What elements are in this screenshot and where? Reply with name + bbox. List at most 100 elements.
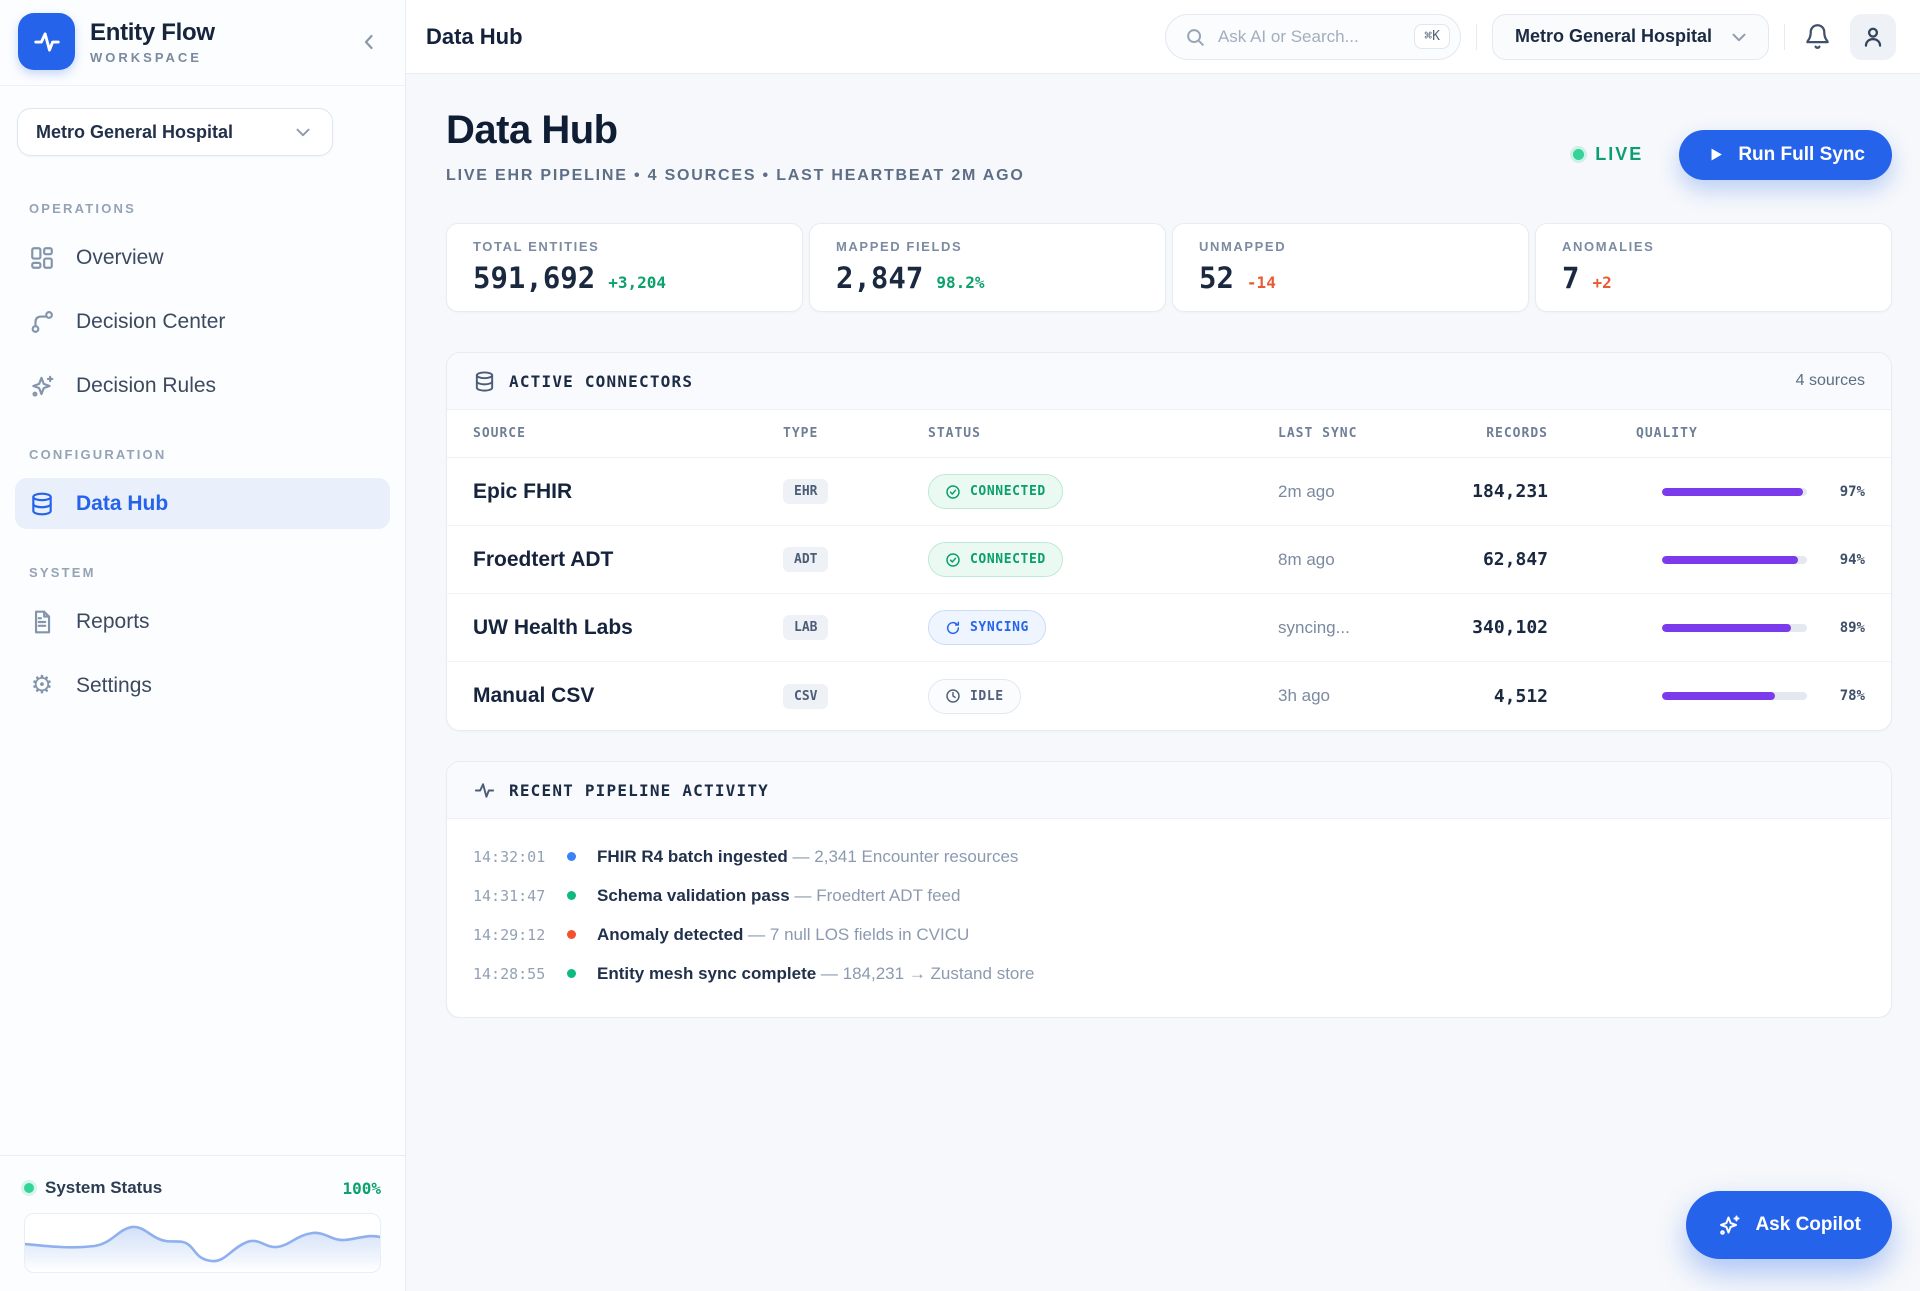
- last-sync-value: 8m ago: [1278, 550, 1458, 570]
- topbar-title: Data Hub: [426, 24, 523, 50]
- brand-header: Entity Flow WORKSPACE: [0, 0, 405, 86]
- sidebar-item-label: Data Hub: [76, 492, 168, 516]
- org-selector-value: Metro General Hospital: [1515, 26, 1712, 47]
- event-time: 14:28:55: [473, 965, 553, 983]
- pulse-icon: [32, 27, 62, 57]
- column-header-records: RECORDS: [1458, 426, 1548, 441]
- event-detail: — 2,341 Encounter resources: [793, 847, 1019, 866]
- column-header-last-sync: LAST SYNC: [1278, 426, 1458, 441]
- type-badge: EHR: [783, 479, 828, 504]
- app-logo: [18, 13, 75, 70]
- activity-list: 14:32:01 FHIR R4 batch ingested — 2,341 …: [447, 819, 1891, 1017]
- notifications-button[interactable]: [1800, 19, 1835, 54]
- section-title: ACTIVE CONNECTORS: [509, 372, 693, 391]
- search-placeholder: Ask AI or Search...: [1218, 27, 1402, 47]
- sidebar-item-label: Decision Rules: [76, 374, 216, 398]
- records-value: 62,847: [1458, 549, 1548, 570]
- stat-card-unmapped: UNMAPPED 52 -14: [1172, 223, 1529, 312]
- stat-value: 2,847: [836, 261, 923, 295]
- run-full-sync-button[interactable]: Run Full Sync: [1679, 130, 1892, 180]
- pulse-icon: [473, 779, 496, 802]
- sparkline-chart: [25, 1214, 380, 1272]
- quality-percent: 97%: [1821, 484, 1865, 500]
- activity-event: 14:28:55 Entity mesh sync complete — 184…: [473, 954, 1865, 993]
- sidebar-item-overview[interactable]: Overview: [15, 232, 390, 283]
- system-status-sparkline: [24, 1213, 381, 1273]
- type-badge: ADT: [783, 547, 828, 572]
- keyboard-shortcut-badge: ⌘K: [1414, 24, 1450, 49]
- live-badge: LIVE: [1573, 144, 1643, 165]
- check-circle-icon: [945, 552, 961, 568]
- nav-section-system: SYSTEM: [29, 565, 390, 580]
- page-header: Data Hub LIVE EHR PIPELINE • 4 SOURCES •…: [446, 108, 1892, 185]
- sidebar-item-data-hub[interactable]: Data Hub: [15, 478, 390, 529]
- type-badge: LAB: [783, 615, 828, 640]
- quality-percent: 89%: [1821, 620, 1865, 636]
- event-time: 14:32:01: [473, 848, 553, 866]
- sidebar-item-label: Decision Center: [76, 310, 225, 334]
- page-subtitle: LIVE EHR PIPELINE • 4 SOURCES • LAST HEA…: [446, 167, 1025, 185]
- sidebar-item-decision-center[interactable]: Decision Center: [15, 296, 390, 347]
- section-title: RECENT PIPELINE ACTIVITY: [509, 781, 769, 800]
- org-selector[interactable]: Metro General Hospital: [1492, 14, 1769, 60]
- ask-copilot-button[interactable]: Ask Copilot: [1686, 1191, 1892, 1259]
- status-badge-idle: IDLE: [928, 679, 1021, 714]
- workspace-subtitle: WORKSPACE: [90, 50, 215, 65]
- sidebar-item-reports[interactable]: Reports: [15, 596, 390, 647]
- branch-icon: [29, 309, 55, 335]
- event-title: FHIR R4 batch ingested: [597, 847, 788, 866]
- sidebar-item-settings[interactable]: ⚙ Settings: [15, 660, 390, 711]
- last-sync-value: 3h ago: [1278, 686, 1458, 706]
- table-row-uw-health-labs[interactable]: UW Health Labs LAB SYNCING syncing... 34…: [447, 594, 1891, 662]
- table-row-froedtert-adt[interactable]: Froedtert ADT ADT CONNECTED 8m ago 62,84…: [447, 526, 1891, 594]
- column-header-status: STATUS: [928, 426, 1278, 441]
- last-sync-value: 2m ago: [1278, 482, 1458, 502]
- nav-section-operations: OPERATIONS: [29, 201, 390, 216]
- event-dot: [567, 891, 576, 900]
- status-badge-connected: CONNECTED: [928, 542, 1063, 577]
- quality-percent: 94%: [1821, 552, 1865, 568]
- event-dot: [567, 852, 576, 861]
- stat-label: ANOMALIES: [1562, 239, 1865, 254]
- app-root: Entity Flow WORKSPACE Metro General Hosp…: [0, 0, 1920, 1291]
- system-status-panel: System Status 100%: [0, 1155, 405, 1291]
- stat-delta: 98.2%: [936, 273, 984, 292]
- database-icon: [29, 491, 55, 517]
- quality-bar: [1662, 488, 1807, 496]
- sidebar-collapse-button[interactable]: [351, 24, 387, 60]
- quality-bar: [1662, 556, 1807, 564]
- table-row-epic-fhir[interactable]: Epic FHIR EHR CONNECTED 2m ago 184,231 9…: [447, 458, 1891, 526]
- chevron-down-icon: [1728, 26, 1750, 48]
- event-detail: — 184,231 → Zustand store: [821, 964, 1035, 983]
- event-detail: — 7 null LOS fields in CVICU: [748, 925, 969, 944]
- chevron-down-icon: [292, 121, 314, 143]
- check-circle-icon: [945, 484, 961, 500]
- sidebar-item-label: Settings: [76, 674, 152, 698]
- column-header-source: SOURCE: [473, 426, 783, 441]
- quality-percent: 78%: [1821, 688, 1865, 704]
- stat-delta: +3,204: [608, 273, 666, 292]
- workspace-name: Entity Flow: [90, 19, 215, 47]
- search-input[interactable]: Ask AI or Search... ⌘K: [1165, 14, 1461, 60]
- system-status-label: System Status: [45, 1178, 162, 1198]
- quality-bar: [1662, 624, 1807, 632]
- stats-row: TOTAL ENTITIES 591,692 +3,204 MAPPED FIE…: [446, 223, 1892, 312]
- quality-bar-fill: [1662, 488, 1803, 496]
- status-dot: [24, 1183, 34, 1193]
- table-row-manual-csv[interactable]: Manual CSV CSV IDLE 3h ago 4,512 78%: [447, 662, 1891, 730]
- system-status-value: 100%: [342, 1179, 381, 1198]
- activity-event: 14:31:47 Schema validation pass — Froedt…: [473, 876, 1865, 915]
- workspace-selector[interactable]: Metro General Hospital: [17, 108, 333, 156]
- sidebar-item-decision-rules[interactable]: Decision Rules: [15, 360, 390, 411]
- event-dot: [567, 969, 576, 978]
- connector-name: Manual CSV: [473, 684, 783, 708]
- sidebar-nav: OPERATIONS Overview Decision Center Deci…: [0, 156, 405, 724]
- live-dot: [1573, 149, 1584, 160]
- stat-value: 7: [1562, 261, 1579, 295]
- quality-bar-fill: [1662, 692, 1775, 700]
- user-avatar[interactable]: [1850, 14, 1896, 60]
- database-icon: [473, 370, 496, 393]
- records-value: 184,231: [1458, 481, 1548, 502]
- stat-value: 52: [1199, 261, 1234, 295]
- bell-icon: [1804, 23, 1831, 50]
